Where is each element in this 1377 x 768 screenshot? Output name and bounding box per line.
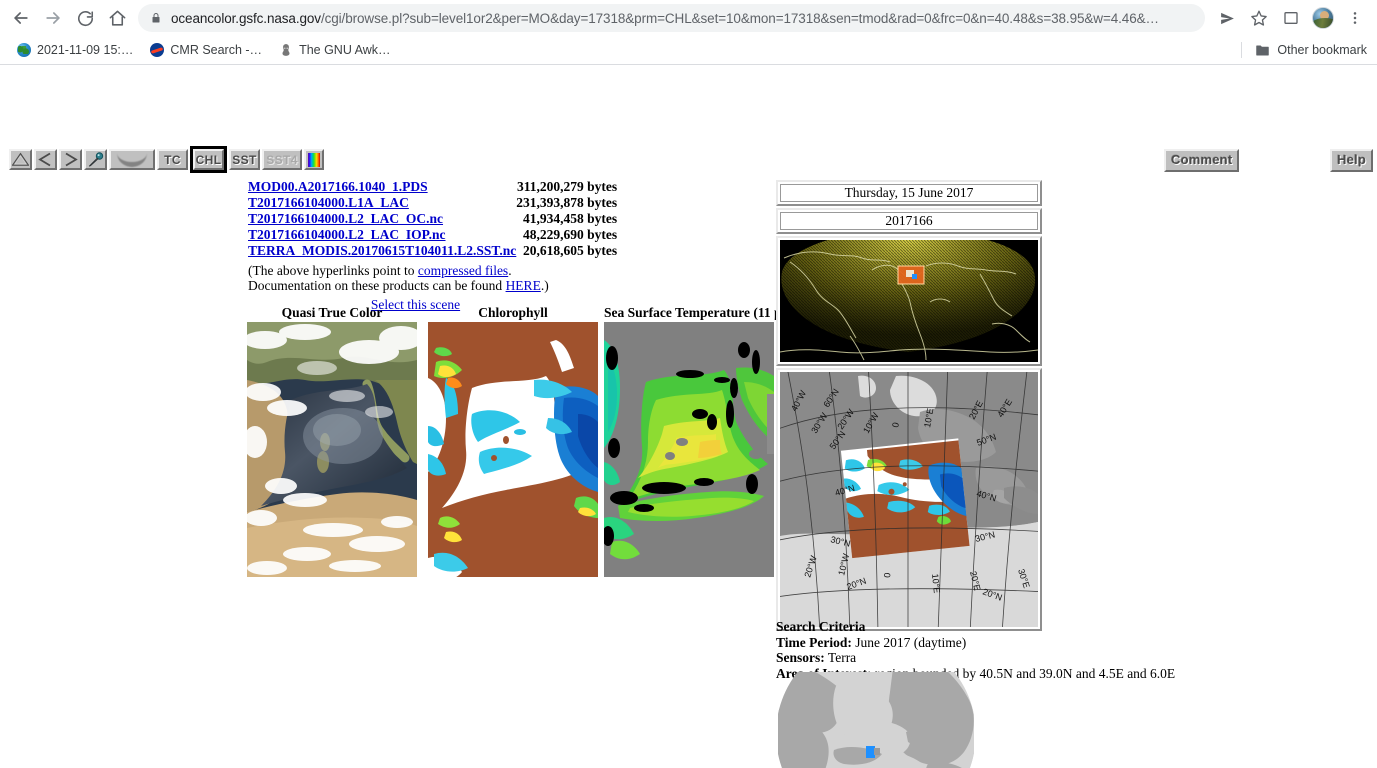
help-button[interactable]: Help <box>1330 149 1373 172</box>
date-box: Thursday, 15 June 2017 <box>776 180 1042 206</box>
sst-button[interactable]: SST <box>229 149 260 170</box>
svg-text:10°E: 10°E <box>930 573 942 594</box>
compressed-files-link[interactable]: compressed files <box>418 263 508 278</box>
folder-icon <box>1255 43 1270 58</box>
bookmarks-bar: 2021-11-09 15:… CMR Search -… The GNU Aw… <box>0 36 1377 64</box>
file-link[interactable]: MOD00.A2017166.1040_1.PDS <box>248 179 428 194</box>
orbit-map-box <box>776 236 1042 366</box>
bookmark-label: CMR Search -… <box>170 43 263 57</box>
file-list-block: MOD00.A2017166.1040_1.PDS 311,200,279 by… <box>248 179 617 313</box>
back-arrow-icon[interactable] <box>6 3 36 33</box>
file-size: 231,393,878 bytes <box>516 195 618 210</box>
note-mid: . <box>508 263 512 278</box>
address-bar[interactable]: oceancolor.gsfc.nasa.gov/cgi/browse.pl?s… <box>138 4 1205 32</box>
image-caption: Sea Surface Temperature (11 µ) <box>604 305 787 320</box>
note-suffix: .) <box>540 278 549 293</box>
bookmark-item-0[interactable]: 2021-11-09 15:… <box>8 40 141 61</box>
next-scene-button[interactable] <box>59 149 82 170</box>
locator-globe[interactable] <box>778 672 974 768</box>
table-row: T2017166104000.L1A_LAC 231,393,878 bytes <box>248 195 617 211</box>
url-host: oceancolor.gsfc.nasa.gov <box>171 10 321 26</box>
region-map-box: 40°W 60°N 30°W 20°W 50°N 10°W 0 10°E 20°… <box>776 368 1042 631</box>
gnu-favicon-icon <box>278 43 293 58</box>
home-icon[interactable] <box>102 3 132 33</box>
scene-date-label: Thursday, 15 June 2017 <box>780 184 1038 202</box>
file-link[interactable]: T2017166104000.L1A_LAC <box>248 195 409 210</box>
file-size: 311,200,279 bytes <box>517 179 618 194</box>
other-bookmarks-folder[interactable]: Other bookmark <box>1241 36 1373 64</box>
previous-scene-button[interactable] <box>34 149 57 170</box>
chlorophyll-thumbnail[interactable] <box>428 322 598 577</box>
browser-toolbar: oceancolor.gsfc.nasa.gov/cgi/browse.pl?s… <box>0 0 1377 36</box>
file-size: 41,934,458 bytes <box>523 211 618 226</box>
table-row: T2017166104000.L2_LAC_IOP.nc 48,229,690 … <box>248 227 617 243</box>
chlorophyll-column: Chlorophyll <box>428 305 598 577</box>
file-size: 20,618,605 bytes <box>523 243 618 258</box>
star-icon[interactable] <box>1245 4 1273 32</box>
table-row: MOD00.A2017166.1040_1.PDS 311,200,279 by… <box>248 179 617 195</box>
url-text: oceancolor.gsfc.nasa.gov/cgi/browse.pl?s… <box>171 11 1159 26</box>
url-path: /cgi/browse.pl?sub=level1or2&per=MO&day=… <box>320 10 1159 26</box>
documentation-here-link[interactable]: HERE <box>506 278 541 293</box>
chlorophyll-button[interactable]: CHL <box>190 146 227 173</box>
locator-globe-wrapper <box>778 672 974 768</box>
time-period-value: June 2017 (daytime) <box>851 634 967 650</box>
note-line2-prefix: Documentation on these products can be f… <box>248 278 506 293</box>
table-row: T2017166104000.L2_LAC_OC.nc 41,934,458 b… <box>248 211 617 227</box>
bookmark-label: The GNU Awk… <box>299 43 391 57</box>
send-arrow-icon[interactable] <box>1213 4 1241 32</box>
note-prefix: (The above hyperlinks point to <box>248 263 418 278</box>
bookmark-item-2[interactable]: The GNU Awk… <box>270 40 398 61</box>
sst-column: Sea Surface Temperature (11 µ) <box>604 305 786 577</box>
svg-text:0: 0 <box>882 572 892 578</box>
image-caption: Quasi True Color <box>281 305 383 320</box>
browser-chrome: oceancolor.gsfc.nasa.gov/cgi/browse.pl?s… <box>0 0 1377 65</box>
file-link[interactable]: T2017166104000.L2_LAC_OC.nc <box>248 211 443 226</box>
browse-toolbar: TC CHL SST SST4 <box>9 146 324 173</box>
sst-thumbnail[interactable] <box>604 322 774 577</box>
regional-chlorophyll-map[interactable]: 40°W 60°N 30°W 20°W 50°N 10°W 0 10°E 20°… <box>780 372 1038 627</box>
quasi-true-color-thumbnail[interactable] <box>247 322 417 577</box>
other-bookmarks-label: Other bookmark <box>1277 43 1367 57</box>
forward-arrow-icon[interactable] <box>38 3 68 33</box>
file-link[interactable]: TERRA_MODIS.20170615T104011.L2.SST.nc <box>248 243 516 258</box>
quasi-true-color-column: Quasi True Color <box>247 305 417 577</box>
globe-favicon-icon <box>16 43 31 58</box>
hyperlink-note: (The above hyperlinks point to compresse… <box>248 263 583 293</box>
true-color-button[interactable]: TC <box>157 149 188 170</box>
smile-tool-button[interactable] <box>109 149 155 170</box>
side-panel-icon[interactable] <box>1277 4 1305 32</box>
file-link[interactable]: T2017166104000.L2_LAC_IOP.nc <box>248 227 446 242</box>
time-period-label: Time Period: <box>776 634 852 650</box>
julian-box: 2017166 <box>776 208 1042 234</box>
bookmark-item-1[interactable]: CMR Search -… <box>141 40 270 61</box>
scene-info-panel: Thursday, 15 June 2017 2017166 40°W 60°N… <box>776 180 1042 633</box>
reload-icon[interactable] <box>70 3 100 33</box>
sensors-label: Sensors: <box>776 650 825 665</box>
table-row: TERRA_MODIS.20170615T104011.L2.SST.nc 20… <box>248 243 617 259</box>
file-size: 48,229,690 bytes <box>523 227 618 242</box>
bookmark-label: 2021-11-09 15:… <box>37 43 134 57</box>
julian-day-label: 2017166 <box>780 212 1038 230</box>
avatar[interactable] <box>1309 4 1337 32</box>
sensors-value: Terra <box>824 650 857 665</box>
pin-tool-button[interactable] <box>84 149 107 170</box>
color-bar-button[interactable] <box>304 149 324 170</box>
global-orbit-coverage-map[interactable] <box>780 240 1038 362</box>
sst4-button[interactable]: SST4 <box>262 149 302 170</box>
toolbar-right-actions <box>1213 4 1371 32</box>
up-level-button[interactable] <box>9 149 32 170</box>
page-content: TC CHL SST SST4 Comment Help MOD00.A2017… <box>0 65 1377 768</box>
search-criteria-heading: Search Criteria <box>776 619 866 634</box>
file-table: MOD00.A2017166.1040_1.PDS 311,200,279 by… <box>248 179 617 259</box>
three-dot-menu-icon[interactable] <box>1341 4 1369 32</box>
nasa-favicon-icon <box>149 43 164 58</box>
comment-button[interactable]: Comment <box>1164 149 1240 172</box>
scene-image-strip: Quasi True Color Chlorophyll Sea Surface… <box>247 305 786 577</box>
lock-icon <box>150 11 162 25</box>
image-caption: Chlorophyll <box>478 305 548 320</box>
